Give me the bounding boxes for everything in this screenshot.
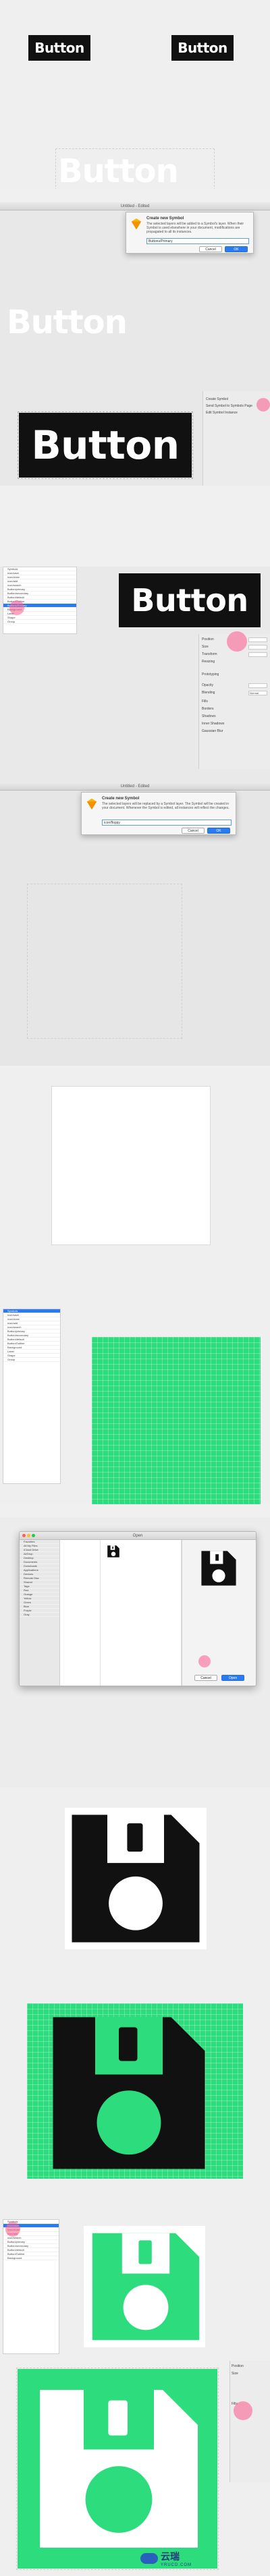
button-small-right[interactable]: Button [171, 35, 234, 61]
layer-list-3: Symbols icon/save icon/close icon/add ic… [3, 2219, 59, 2354]
symbol-name-input[interactable]: icon/floppy [102, 820, 232, 826]
floppy-final-panel: Position Size Fills 云瑞 YRUCD.COM [0, 2361, 270, 2576]
open-file-panel: Open Favorites All My Files iCloud Drive… [0, 1518, 270, 1787]
create-symbol-dialog: Create new Symbol The selected layers wi… [126, 212, 254, 254]
layer-list-2: Symbols icon/save icon/close icon/add ic… [3, 1309, 61, 1484]
click-highlight-4 [198, 1655, 211, 1667]
create-symbol-panel: Untitled - Edited Create new Symbol The … [0, 202, 270, 486]
inspector-borders[interactable]: Borders [202, 706, 267, 712]
floppy-black-panel [0, 1787, 270, 2003]
inspector-prototyping: Prototyping [202, 672, 219, 677]
floppy-disk-icon [40, 2390, 198, 2548]
open-file-window: Open Favorites All My Files iCloud Drive… [19, 1531, 256, 1686]
inspector-resizing: Resizing [202, 660, 215, 664]
floppy-green-panel [0, 1997, 270, 2212]
artboard-grid [92, 1337, 261, 1504]
layer-item[interactable]: Group [3, 620, 76, 624]
inspector-fills[interactable]: Fills [202, 699, 267, 705]
window-title-3: Open [20, 1532, 256, 1540]
watermark-brand: 云瑞 [161, 2551, 180, 2562]
zoom-window-button[interactable] [32, 1534, 35, 1537]
inspector-opacity[interactable]: Opacity [202, 683, 267, 689]
cancel-button[interactable]: Cancel [194, 1675, 217, 1681]
inspector-blending[interactable]: Blending Normal [202, 690, 267, 696]
dialog-title: Create new Symbol [102, 797, 140, 801]
inspector-shadows[interactable]: Shadows [202, 714, 267, 720]
white-artboard [51, 1086, 211, 1245]
ok-button[interactable]: OK [225, 246, 248, 252]
finder-column-2[interactable] [101, 1540, 182, 1686]
inspector-gaussian-blur[interactable]: Gaussian Blur [202, 728, 267, 735]
cloud-logo-icon [140, 2553, 158, 2564]
button-preview-panel: Button Button Button [0, 0, 270, 189]
big-button[interactable]: Button [19, 413, 192, 478]
green-artboard-panel: Symbols icon/save icon/close icon/add ic… [0, 1282, 270, 1504]
inspector-inner-shadows[interactable]: Inner Shadows [202, 721, 267, 727]
floppy-disk-icon [92, 2233, 200, 2341]
floppy-white-panel: Symbols icon/save icon/close icon/add ic… [0, 2212, 270, 2361]
ok-button[interactable]: OK [207, 828, 230, 834]
inspector-position: Position [232, 2364, 244, 2368]
floppy-thumb-icon[interactable] [106, 1544, 121, 1559]
symbol-name-input[interactable]: Buttons/Primary [146, 238, 249, 244]
inspector-panel: Position Size Transform Resizing Prototy… [198, 634, 270, 769]
symbol-option-edit[interactable]: Edit Symbol Instance [206, 410, 267, 416]
cancel-button[interactable]: Cancel [199, 246, 222, 252]
floppy-disk-icon [72, 1814, 200, 1943]
layers-and-inspector-panel: Symbols icon/save icon/close icon/add ic… [0, 567, 270, 782]
click-highlight-3 [227, 631, 247, 652]
window-title-2: Untitled - Edited [0, 782, 270, 791]
dialog-body: The selected layers will be added to a S… [146, 222, 244, 234]
click-highlight-5 [5, 2222, 20, 2237]
finder-column-1[interactable] [60, 1540, 101, 1686]
right-button[interactable]: Button [119, 573, 261, 627]
white-artboard-panel [0, 1066, 270, 1282]
layer-item[interactable]: Background [3, 2256, 59, 2260]
close-window-button[interactable] [22, 1534, 26, 1537]
create-symbol-dialog-2: Create new Symbol The selected layers wi… [81, 792, 236, 835]
preview-pane: Cancel Open [182, 1540, 256, 1686]
ghost-button-label-2: Button [7, 304, 128, 341]
sidebar-item[interactable]: Gray [20, 1613, 59, 1617]
floppy-disk-icon [53, 2017, 205, 2169]
create-symbol-panel-2: Untitled - Edited Create new Symbol The … [0, 782, 270, 1066]
symbol-artboard-frame [27, 884, 182, 1039]
inspector-size: Size [232, 2372, 238, 2376]
open-button[interactable]: Open [221, 1675, 244, 1681]
ghost-button-label: Button [58, 152, 179, 189]
layer-item[interactable]: Group [3, 1358, 60, 1362]
window-title: Untitled - Edited [0, 202, 270, 210]
dialog-title: Create new Symbol [146, 217, 184, 221]
click-highlight-1 [256, 398, 270, 411]
watermark: 云瑞 YRUCD.COM [140, 2550, 192, 2567]
cancel-button[interactable]: Cancel [182, 828, 205, 834]
dialog-body: The selected layers will be replaced by … [102, 802, 230, 810]
inspector-panel-2: Position Size Fills [230, 2361, 270, 2482]
minimize-window-button[interactable] [27, 1534, 30, 1537]
floppy-preview-icon [201, 1551, 236, 1586]
sketch-icon [131, 218, 142, 230]
button-small-left[interactable]: Button [28, 35, 90, 61]
click-highlight-6 [234, 2401, 252, 2420]
watermark-site: YRUCD.COM [161, 2563, 192, 2567]
finder-sidebar: Favorites All My Files iCloud Drive AirD… [20, 1540, 60, 1686]
click-highlight-2 [9, 600, 24, 615]
sketch-icon [86, 798, 97, 810]
inspector-transform: Transform [202, 652, 267, 658]
